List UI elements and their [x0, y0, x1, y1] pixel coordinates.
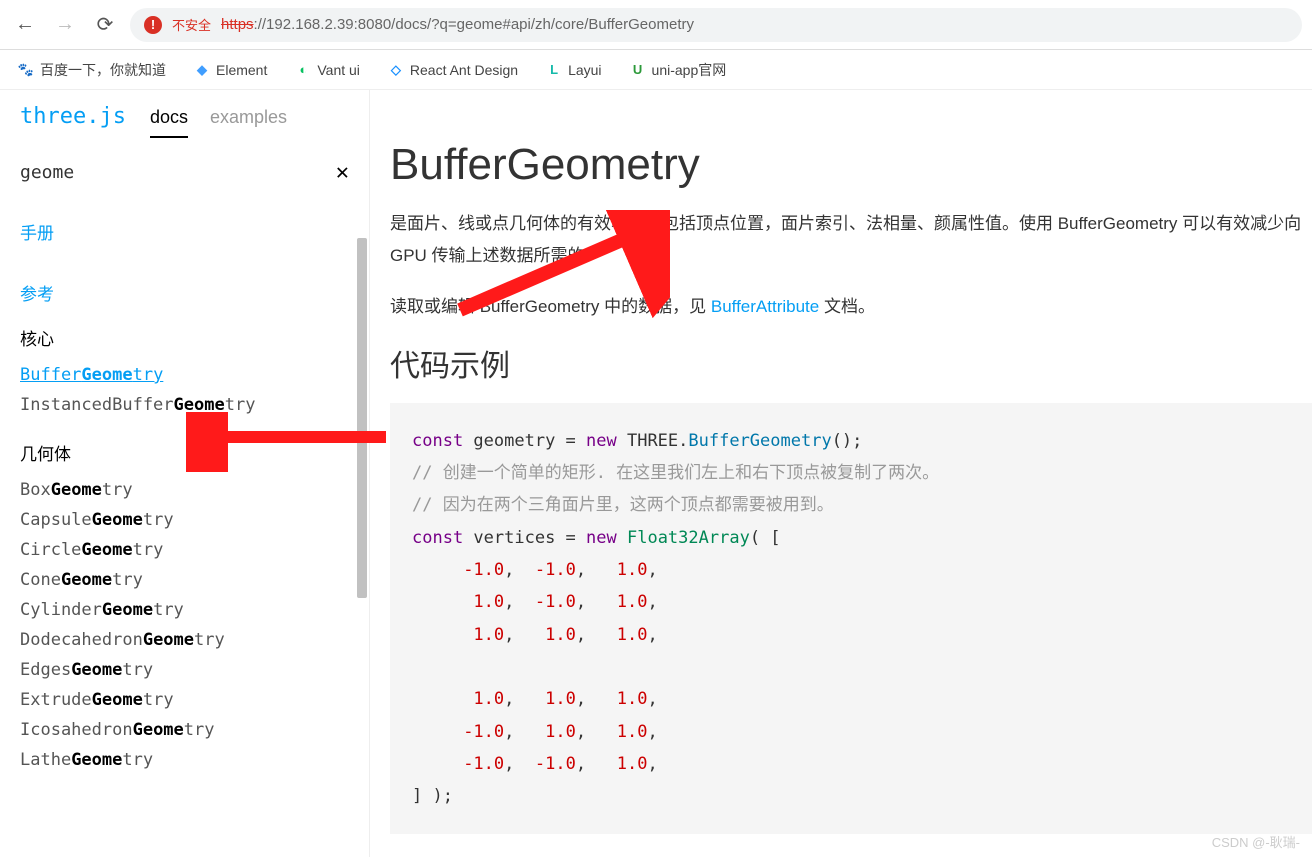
brand-logo[interactable]: three.js [20, 104, 126, 129]
sidebar-item[interactable]: DodecahedronGeometry [20, 625, 349, 655]
sidebar-item[interactable]: CircleGeometry [20, 535, 349, 565]
sidebar-item[interactable]: LatheGeometry [20, 745, 349, 775]
bookmark-label: Layui [568, 62, 601, 78]
tab-examples[interactable]: examples [210, 107, 287, 138]
page-title: BufferGeometry [390, 140, 1312, 190]
reload-button[interactable]: ⟳ [90, 12, 120, 37]
docs-sidebar: three.js docs examples geome ✕ 手册 参考 核心 … [0, 90, 370, 857]
group-geometries: 几何体 [20, 440, 349, 465]
scrollbar-thumb[interactable] [357, 238, 367, 598]
sidebar-item[interactable]: ExtrudeGeometry [20, 685, 349, 715]
sidebar-item[interactable]: CapsuleGeometry [20, 505, 349, 535]
insecure-label: 不安全 [172, 15, 211, 34]
bookmark-label: React Ant Design [410, 62, 518, 78]
sidebar-item[interactable]: BufferGeometry [20, 360, 349, 390]
bookmark-icon: ◆ [194, 62, 210, 78]
sidebar-item[interactable]: IcosahedronGeometry [20, 715, 349, 745]
bookmark-icon: L [546, 62, 562, 78]
insecure-icon: ! [144, 16, 162, 34]
watermark: CSDN @-耿瑞- [1212, 832, 1300, 851]
section-manual[interactable]: 手册 [20, 219, 349, 244]
address-bar[interactable]: ! 不安全 https://192.168.2.39:8080/docs/?q=… [130, 8, 1302, 42]
section-reference[interactable]: 参考 [20, 280, 349, 305]
code-block: const geometry = new THREE.BufferGeometr… [390, 403, 1312, 835]
sidebar-item[interactable]: BoxGeometry [20, 475, 349, 505]
forward-button[interactable]: → [50, 13, 80, 36]
tab-docs[interactable]: docs [150, 107, 188, 138]
sidebar-item[interactable]: EdgesGeometry [20, 655, 349, 685]
back-button[interactable]: ← [10, 13, 40, 36]
bookmark-icon: U [630, 62, 646, 78]
url-text: https://192.168.2.39:8080/docs/?q=geome#… [221, 16, 694, 33]
bookmark-label: uni-app官网 [652, 60, 727, 80]
clear-search-icon[interactable]: ✕ [336, 160, 349, 185]
bookmark-label: 百度一下，你就知道 [40, 60, 166, 80]
sidebar-nav: 手册 参考 核心 BufferGeometryInstancedBufferGe… [0, 185, 369, 857]
bookmark-icon: ◐ [295, 62, 311, 78]
bookmark-item[interactable]: ◆ Element [194, 62, 267, 78]
page-description-2: 读取或编辑 BufferGeometry 中的数据，见 BufferAttrib… [390, 291, 1312, 323]
search-input[interactable]: geome [20, 162, 74, 183]
sidebar-scrollbar[interactable] [355, 238, 369, 857]
bookmark-item[interactable]: ◐ Vant ui [295, 62, 360, 78]
link-bufferattribute[interactable]: BufferAttribute [711, 297, 819, 316]
bookmark-icon: ◇ [388, 62, 404, 78]
page-description-1: 是面片、线或点几何体的有效表述。包括顶点位置，面片索引、法相量、颜属性值。使用 … [390, 208, 1312, 273]
sidebar-item[interactable]: CylinderGeometry [20, 595, 349, 625]
bookmarks-bar: 🐾 百度一下，你就知道 ◆ Element ◐ Vant ui ◇ React Ant Des… [0, 50, 1312, 90]
bookmark-item[interactable]: Uuni-app官网 [630, 60, 727, 80]
bookmark-icon: 🐾 [18, 62, 34, 78]
bookmark-item[interactable]: L Layui [546, 62, 601, 78]
browser-navbar: ← → ⟳ ! 不安全 https://192.168.2.39:8080/do… [0, 0, 1312, 50]
sidebar-item[interactable]: ConeGeometry [20, 565, 349, 595]
code-example-heading: 代码示例 [390, 341, 1312, 385]
group-core: 核心 [20, 325, 349, 350]
sidebar-item[interactable]: InstancedBufferGeometry [20, 390, 349, 420]
bookmark-label: Vant ui [317, 62, 360, 78]
sidebar-tabs: docs examples [150, 107, 287, 138]
content-pane: BufferGeometry 是面片、线或点几何体的有效表述。包括顶点位置，面片… [370, 90, 1312, 857]
bookmark-label: Element [216, 62, 267, 78]
bookmark-item[interactable]: ◇ React Ant Design [388, 62, 518, 78]
bookmark-item[interactable]: 🐾 百度一下，你就知道 [18, 60, 166, 80]
